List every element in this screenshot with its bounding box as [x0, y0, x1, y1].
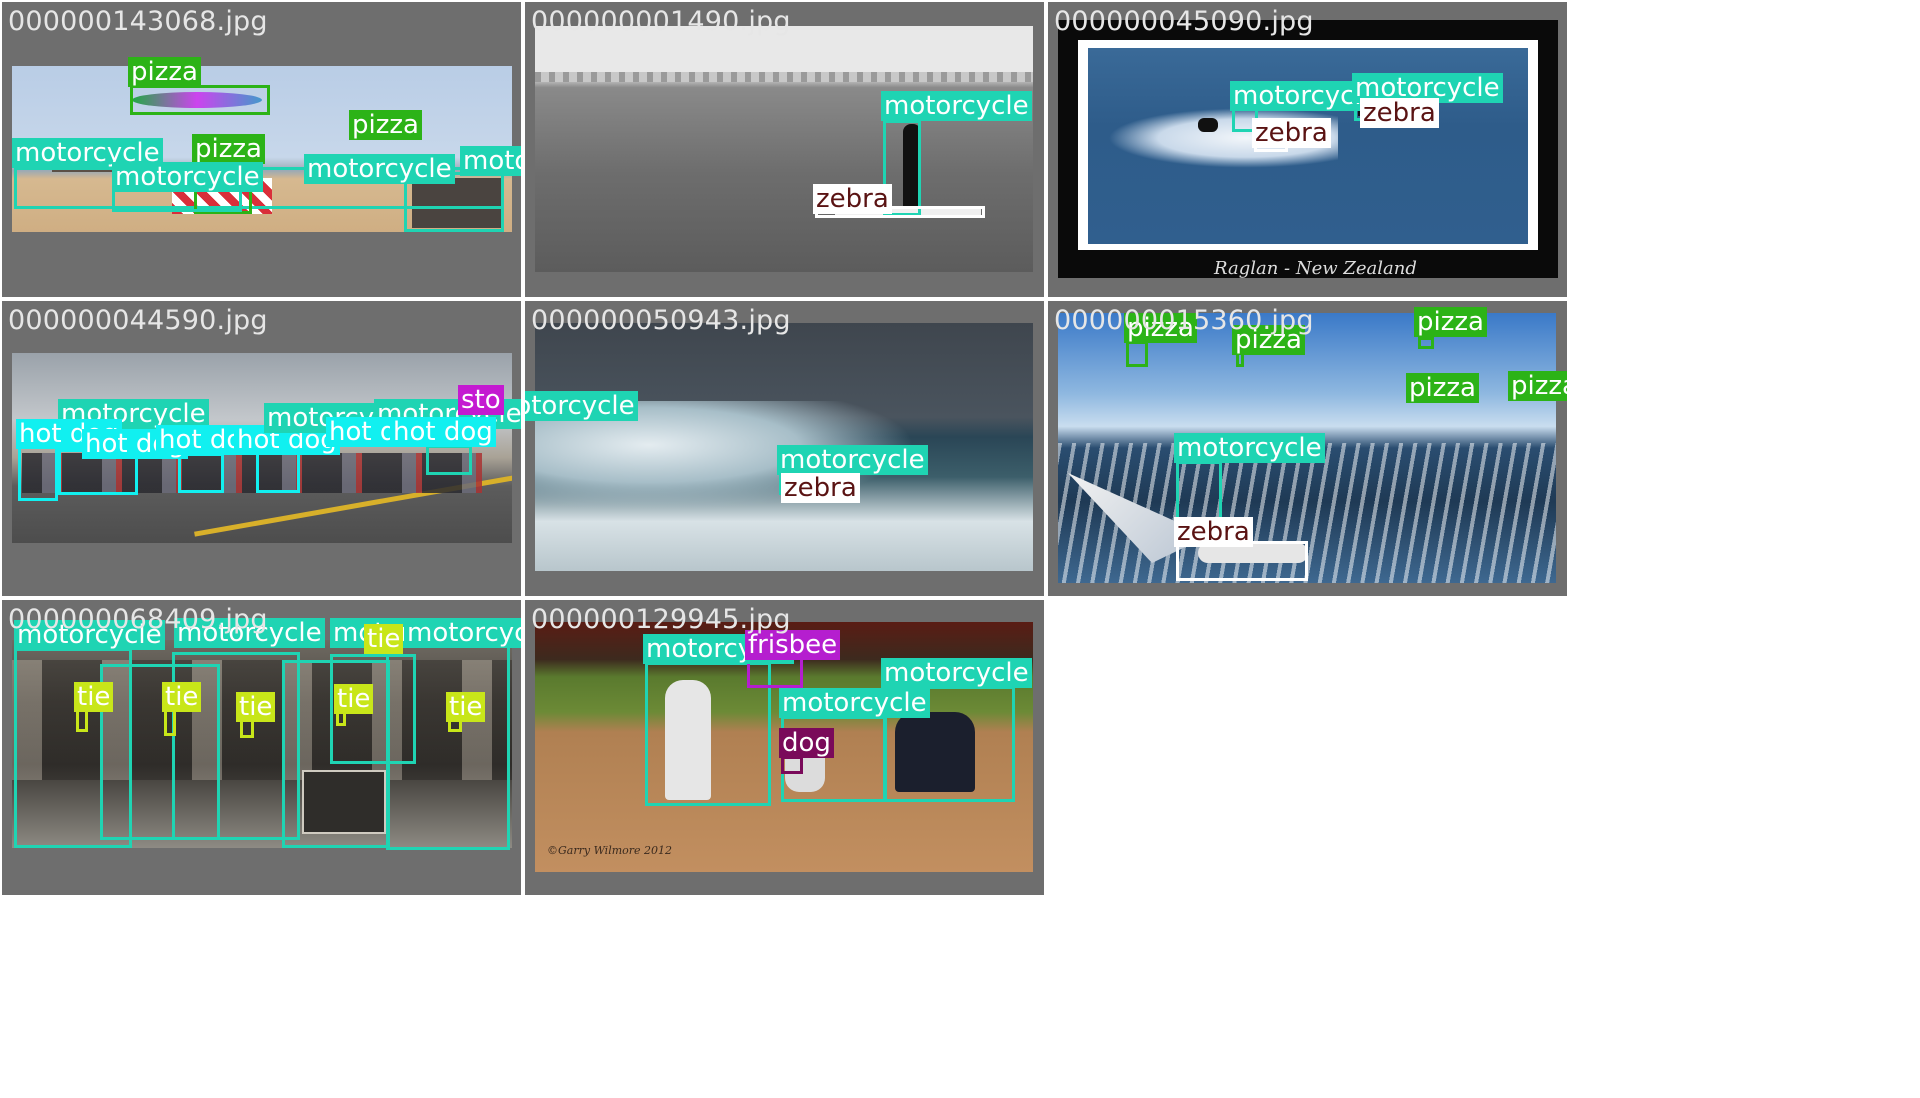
detection-label: pizza [192, 134, 265, 164]
detection-label: motorcycle [404, 618, 521, 648]
tile-filename: 000000143068.jpg [8, 6, 268, 37]
detection-label: motorcycle [881, 658, 1032, 688]
detection-label: zebra [1252, 118, 1331, 148]
tile-filename: 000000045090.jpg [1054, 6, 1314, 37]
detection-mosaic: 000000143068.jpg pizza motorcycle pizza … [0, 0, 1920, 1098]
tile-5[interactable]: 000000050943.jpg motorcycle motorcycle z… [525, 301, 1044, 596]
photo-credit: ©Garry Wilmore 2012 [547, 844, 673, 857]
detection-box [18, 445, 58, 501]
tile-3[interactable]: Raglan - New Zealand 000000045090.jpg mo… [1048, 2, 1567, 297]
detection-label: pizza [1414, 307, 1487, 337]
detection-label: motorcycle [460, 146, 521, 176]
detection-label: pizza [349, 110, 422, 140]
detection-box [1418, 337, 1434, 349]
tile-filename: 000000068409.jpg [8, 604, 268, 635]
detection-label: zebra [1360, 98, 1439, 128]
detection-label: pizza [128, 57, 201, 87]
tile-2[interactable]: 000000001490.jpg motorcycle zebra [525, 2, 1044, 297]
detection-label: motorcycle [304, 154, 455, 184]
tile-filename: 000000129945.jpg [531, 604, 791, 635]
empty-cell [1048, 600, 1567, 895]
right-margin [1568, 0, 1920, 1098]
tile-filename: 000000015360.jpg [1054, 305, 1314, 336]
tile-filename: 000000050943.jpg [531, 305, 791, 336]
detection-label: dog [779, 728, 834, 758]
detection-label: zebra [813, 184, 892, 214]
tile-6[interactable]: 000000015360.jpg pizza pizza pizza pizza… [1048, 301, 1567, 596]
tile-7[interactable]: 000000068409.jpg motorcycle motorcycle m… [2, 600, 521, 895]
detection-box [1126, 341, 1148, 367]
detection-label: zebra [1174, 517, 1253, 547]
detection-box [256, 449, 300, 493]
detection-label: motorcycle [881, 91, 1032, 121]
detection-box [172, 652, 300, 840]
photo-paddleboarder [535, 26, 1033, 272]
detection-box [1176, 541, 1308, 581]
tile-filename: 000000001490.jpg [531, 6, 791, 37]
detection-label: tie [162, 682, 202, 712]
detection-label: hot dog [390, 417, 496, 447]
detection-box [178, 453, 224, 493]
detection-label: tie [236, 692, 276, 722]
detection-box [130, 85, 270, 115]
tile-filename: 000000044590.jpg [8, 305, 268, 336]
detection-label: motorcycle [777, 445, 928, 475]
detection-label: pizza [1406, 373, 1479, 403]
detection-label: tie [74, 682, 114, 712]
detection-label: sto [458, 385, 504, 415]
detection-label: zebra [781, 473, 860, 503]
detection-box [781, 756, 803, 774]
detection-label: motorcycle [779, 688, 930, 718]
detection-label: motorcycle [525, 391, 638, 421]
detection-label: motorcycle [1174, 433, 1325, 463]
tile-8[interactable]: ©Garry Wilmore 2012 000000129945.jpg mot… [525, 600, 1044, 895]
detection-box [426, 445, 472, 475]
detection-label: motorcycle [112, 162, 263, 192]
detection-label: pizza [1508, 371, 1567, 401]
photo-credit: Raglan - New Zealand [1214, 258, 1417, 279]
detection-label: tie [364, 624, 404, 654]
detection-label: tie [446, 692, 486, 722]
tile-1[interactable]: 000000143068.jpg pizza motorcycle pizza … [2, 2, 521, 297]
tile-4[interactable]: 000000044590.jpg motorcycle hot dog hot … [2, 301, 521, 596]
detection-label: tie [334, 684, 374, 714]
